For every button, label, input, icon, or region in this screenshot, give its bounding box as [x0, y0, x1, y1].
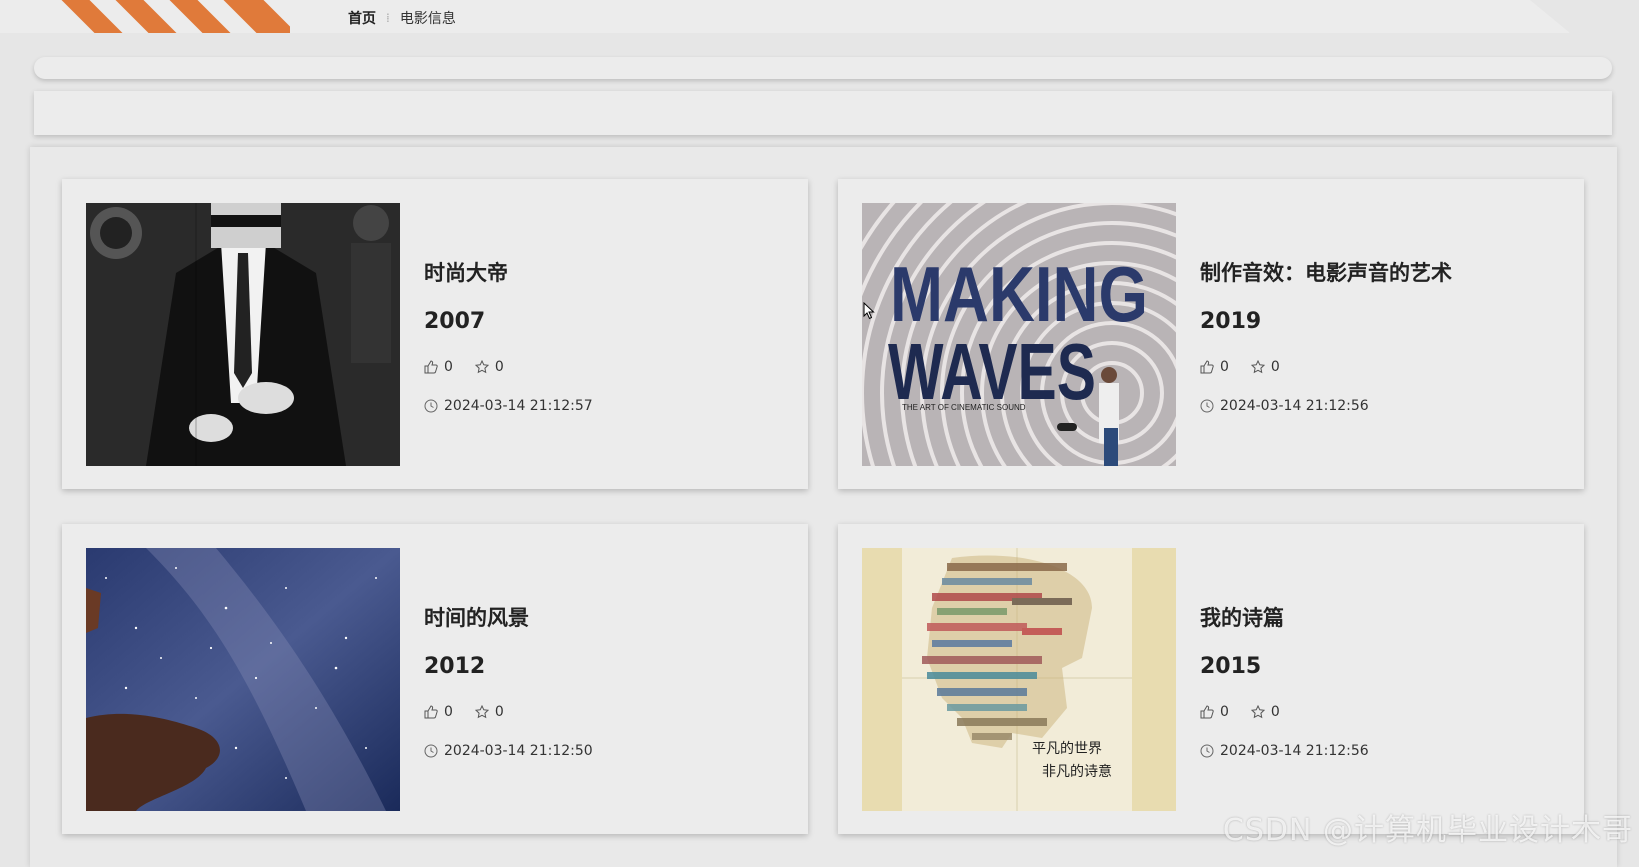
- movie-card[interactable]: MAKING WAVES THE ART OF CINEMATIC SOUND …: [838, 179, 1584, 489]
- movie-year: 2012: [424, 654, 486, 679]
- movie-card[interactable]: 平凡的世界 非凡的诗意 我的诗篇 2015 0 0 2024-03-14 21:…: [838, 524, 1584, 834]
- movie-stats: 0 0: [424, 704, 526, 720]
- thumbs-up-icon[interactable]: [1200, 360, 1214, 374]
- star-icon[interactable]: [1250, 360, 1265, 374]
- favorite-count: 0: [1270, 359, 1280, 375]
- thumbs-up-icon[interactable]: [424, 705, 438, 719]
- movie-poster[interactable]: 平凡的世界 非凡的诗意: [862, 548, 1176, 811]
- movie-timestamp: 2024-03-14 21:12:57: [444, 398, 593, 414]
- like-count: 0: [444, 359, 453, 375]
- movie-year: 2019: [1200, 309, 1262, 334]
- top-bar: 首页 ⁞ 电影信息: [0, 0, 1570, 33]
- poster-title-line1: MAKING: [890, 250, 1148, 338]
- star-icon[interactable]: [474, 705, 489, 719]
- breadcrumb-separator: ⁞: [386, 11, 390, 25]
- movie-stats: 0 0: [1200, 359, 1302, 375]
- breadcrumb-current: 电影信息: [399, 11, 456, 27]
- movie-stats: 0 0: [1200, 704, 1302, 720]
- poster-text-line1: 平凡的世界: [1032, 741, 1102, 757]
- movie-stats: 0 0: [424, 359, 526, 375]
- movie-timestamp: 2024-03-14 21:12:50: [444, 743, 593, 759]
- poster-subtitle: THE ART OF CINEMATIC SOUND: [902, 403, 1026, 412]
- movie-title[interactable]: 时间的风景: [424, 602, 529, 632]
- movie-poster[interactable]: [86, 203, 400, 466]
- search-pill-bar: [34, 57, 1612, 79]
- like-count: 0: [1220, 359, 1229, 375]
- thumbs-up-icon[interactable]: [1200, 705, 1214, 719]
- like-count: 0: [1220, 704, 1229, 720]
- star-icon[interactable]: [1250, 705, 1265, 719]
- filter-bar: [34, 91, 1612, 135]
- movie-time: 2024-03-14 21:12:56: [1200, 398, 1369, 414]
- movie-timestamp: 2024-03-14 21:12:56: [1220, 743, 1369, 759]
- clock-icon: [424, 744, 438, 758]
- clock-icon: [1200, 744, 1214, 758]
- favorite-count: 0: [494, 359, 504, 375]
- favorite-count: 0: [1270, 704, 1280, 720]
- favorite-count: 0: [494, 704, 504, 720]
- movie-poster[interactable]: MAKING WAVES THE ART OF CINEMATIC SOUND: [862, 203, 1176, 466]
- movie-time: 2024-03-14 21:12:56: [1200, 743, 1369, 759]
- breadcrumb: 首页 ⁞ 电影信息: [348, 8, 456, 28]
- logo-stripes: [60, 0, 290, 33]
- star-icon[interactable]: [474, 360, 489, 374]
- movie-timestamp: 2024-03-14 21:12:56: [1220, 398, 1369, 414]
- watermark: CSDN @计算机毕业设计木哥: [1222, 813, 1633, 848]
- movie-year: 2015: [1200, 654, 1262, 679]
- thumbs-up-icon[interactable]: [424, 360, 438, 374]
- movie-title[interactable]: 我的诗篇: [1200, 602, 1284, 632]
- movie-title[interactable]: 制作音效：电影声音的艺术: [1200, 257, 1452, 287]
- movie-title[interactable]: 时尚大帝: [424, 257, 508, 287]
- clock-icon: [1200, 399, 1214, 413]
- movie-card[interactable]: 时尚大帝 2007 0 0 2024-03-14 21:12:57: [62, 179, 808, 489]
- movie-year: 2007: [424, 309, 486, 334]
- movie-poster[interactable]: [86, 548, 400, 811]
- poster-text-line2: 非凡的诗意: [1042, 763, 1112, 780]
- movie-time: 2024-03-14 21:12:50: [424, 743, 593, 759]
- like-count: 0: [444, 704, 453, 720]
- movie-time: 2024-03-14 21:12:57: [424, 398, 593, 414]
- clock-icon: [424, 399, 438, 413]
- mouse-cursor-icon: [863, 302, 875, 320]
- breadcrumb-home-link[interactable]: 首页: [348, 8, 376, 28]
- movie-card[interactable]: 时间的风景 2012 0 0 2024-03-14 21:12:50: [62, 524, 808, 834]
